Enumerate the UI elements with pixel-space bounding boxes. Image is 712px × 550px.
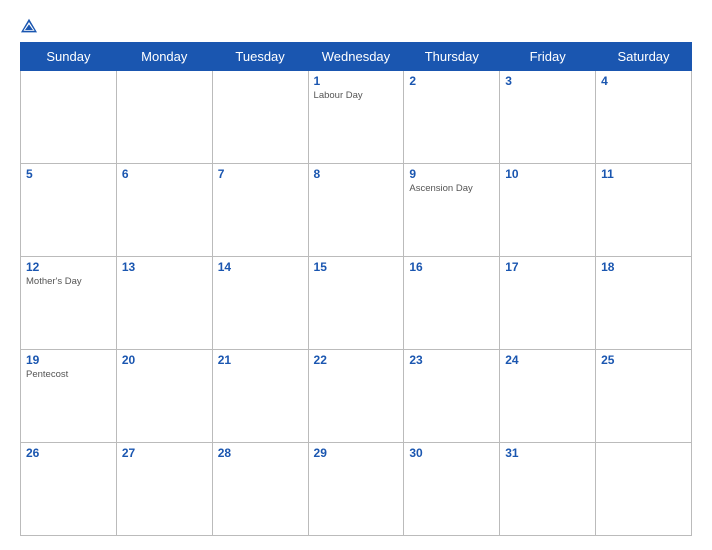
calendar-week-row: 12 Mother's Day 13 14 15 16 17 18 [21, 257, 692, 350]
date-number: 9 [409, 167, 494, 181]
calendar-cell: 18 [596, 257, 692, 350]
holiday-label: Ascension Day [409, 183, 494, 194]
holiday-label: Labour Day [314, 90, 399, 101]
calendar-cell: 10 [500, 164, 596, 257]
date-number: 22 [314, 353, 399, 367]
calendar-cell [596, 443, 692, 536]
calendar-cell: 25 [596, 350, 692, 443]
date-number: 15 [314, 260, 399, 274]
col-friday: Friday [500, 43, 596, 71]
calendar-cell: 4 [596, 71, 692, 164]
calendar-cell: 7 [212, 164, 308, 257]
calendar-cell: 29 [308, 443, 404, 536]
calendar-cell: 3 [500, 71, 596, 164]
weekday-header-row: Sunday Monday Tuesday Wednesday Thursday… [21, 43, 692, 71]
date-number: 3 [505, 74, 590, 88]
holiday-label: Pentecost [26, 369, 111, 380]
date-number: 13 [122, 260, 207, 274]
calendar-cell: 11 [596, 164, 692, 257]
calendar-table: Sunday Monday Tuesday Wednesday Thursday… [20, 42, 692, 536]
calendar-cell [116, 71, 212, 164]
date-number: 7 [218, 167, 303, 181]
calendar-cell: 12 Mother's Day [21, 257, 117, 350]
calendar-week-row: 56789 Ascension Day 10 11 [21, 164, 692, 257]
calendar-header [20, 18, 692, 34]
calendar-cell: 20 [116, 350, 212, 443]
date-number: 24 [505, 353, 590, 367]
date-number: 5 [26, 167, 111, 181]
calendar-cell [21, 71, 117, 164]
calendar-cell: 30 [404, 443, 500, 536]
calendar-cell: 28 [212, 443, 308, 536]
date-number: 1 [314, 74, 399, 88]
date-number: 11 [601, 167, 686, 181]
calendar-cell: 13 [116, 257, 212, 350]
date-number: 6 [122, 167, 207, 181]
calendar-week-row: 1 Labour Day 234 [21, 71, 692, 164]
calendar-week-row: 19 Pentecost 20 21 22 23 24 25 [21, 350, 692, 443]
calendar-cell: 14 [212, 257, 308, 350]
calendar-cell: 24 [500, 350, 596, 443]
calendar-cell: 6 [116, 164, 212, 257]
date-number: 29 [314, 446, 399, 460]
date-number: 27 [122, 446, 207, 460]
calendar-body: 1Labour Day23456789Ascension Day101112Mo… [21, 71, 692, 536]
date-number: 30 [409, 446, 494, 460]
col-monday: Monday [116, 43, 212, 71]
calendar-cell: 19 Pentecost [21, 350, 117, 443]
date-number: 25 [601, 353, 686, 367]
date-number: 10 [505, 167, 590, 181]
col-saturday: Saturday [596, 43, 692, 71]
col-thursday: Thursday [404, 43, 500, 71]
calendar-cell: 21 [212, 350, 308, 443]
date-number: 12 [26, 260, 111, 274]
col-wednesday: Wednesday [308, 43, 404, 71]
calendar-cell: 26 [21, 443, 117, 536]
calendar-cell: 27 [116, 443, 212, 536]
calendar-cell: 9 Ascension Day [404, 164, 500, 257]
holiday-label: Mother's Day [26, 276, 111, 287]
date-number: 8 [314, 167, 399, 181]
logo-icon [20, 18, 38, 34]
date-number: 16 [409, 260, 494, 274]
calendar-cell: 5 [21, 164, 117, 257]
col-tuesday: Tuesday [212, 43, 308, 71]
date-number: 20 [122, 353, 207, 367]
calendar-cell: 17 [500, 257, 596, 350]
calendar-cell [212, 71, 308, 164]
calendar-cell: 23 [404, 350, 500, 443]
date-number: 19 [26, 353, 111, 367]
date-number: 4 [601, 74, 686, 88]
col-sunday: Sunday [21, 43, 117, 71]
date-number: 2 [409, 74, 494, 88]
calendar-cell: 8 [308, 164, 404, 257]
date-number: 26 [26, 446, 111, 460]
calendar-cell: 15 [308, 257, 404, 350]
date-number: 21 [218, 353, 303, 367]
calendar-cell: 1 Labour Day [308, 71, 404, 164]
logo [20, 18, 44, 34]
calendar-cell: 22 [308, 350, 404, 443]
date-number: 18 [601, 260, 686, 274]
calendar-cell: 2 [404, 71, 500, 164]
date-number: 17 [505, 260, 590, 274]
calendar-cell: 31 [500, 443, 596, 536]
calendar-cell: 16 [404, 257, 500, 350]
date-number: 14 [218, 260, 303, 274]
date-number: 31 [505, 446, 590, 460]
calendar-week-row: 26 27 28 29 30 31 [21, 443, 692, 536]
date-number: 23 [409, 353, 494, 367]
date-number: 28 [218, 446, 303, 460]
